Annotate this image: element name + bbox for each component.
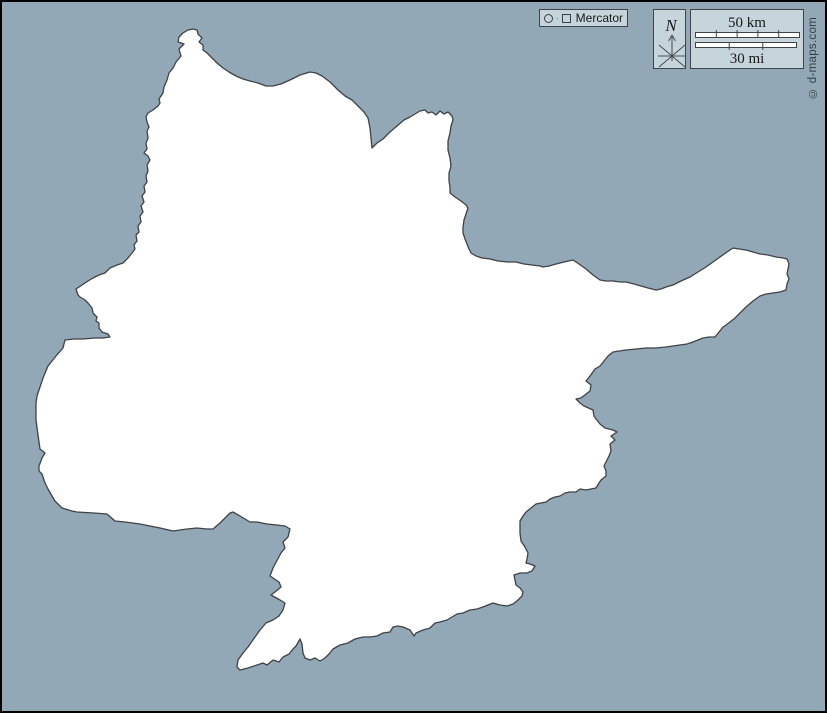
scale-bar-km xyxy=(696,30,800,38)
north-label: N xyxy=(664,16,678,35)
scale-box: 50 km 30 mi xyxy=(690,9,804,69)
north-arrow xyxy=(658,35,686,67)
scale-bars: 50 km 30 mi xyxy=(691,10,803,68)
copyright-text: © d-maps.com xyxy=(803,6,823,110)
map-canvas: Mercator N 50 km xyxy=(0,0,827,713)
projection-chip: Mercator xyxy=(539,9,628,27)
projection-label: Mercator xyxy=(574,12,623,24)
compass-box: N xyxy=(653,9,686,69)
scale-mi-label: 30 mi xyxy=(730,51,765,67)
scale-km-label: 50 km xyxy=(728,15,766,31)
arrow-right-icon xyxy=(556,14,559,23)
globe-circle-icon xyxy=(544,14,553,23)
scale-bar-mi xyxy=(696,43,797,51)
compass-center-dot xyxy=(670,54,673,57)
compass-rose-icon: N xyxy=(654,10,687,70)
region-outline xyxy=(36,29,789,670)
outline-map xyxy=(0,0,827,713)
flat-square-icon xyxy=(562,14,571,23)
